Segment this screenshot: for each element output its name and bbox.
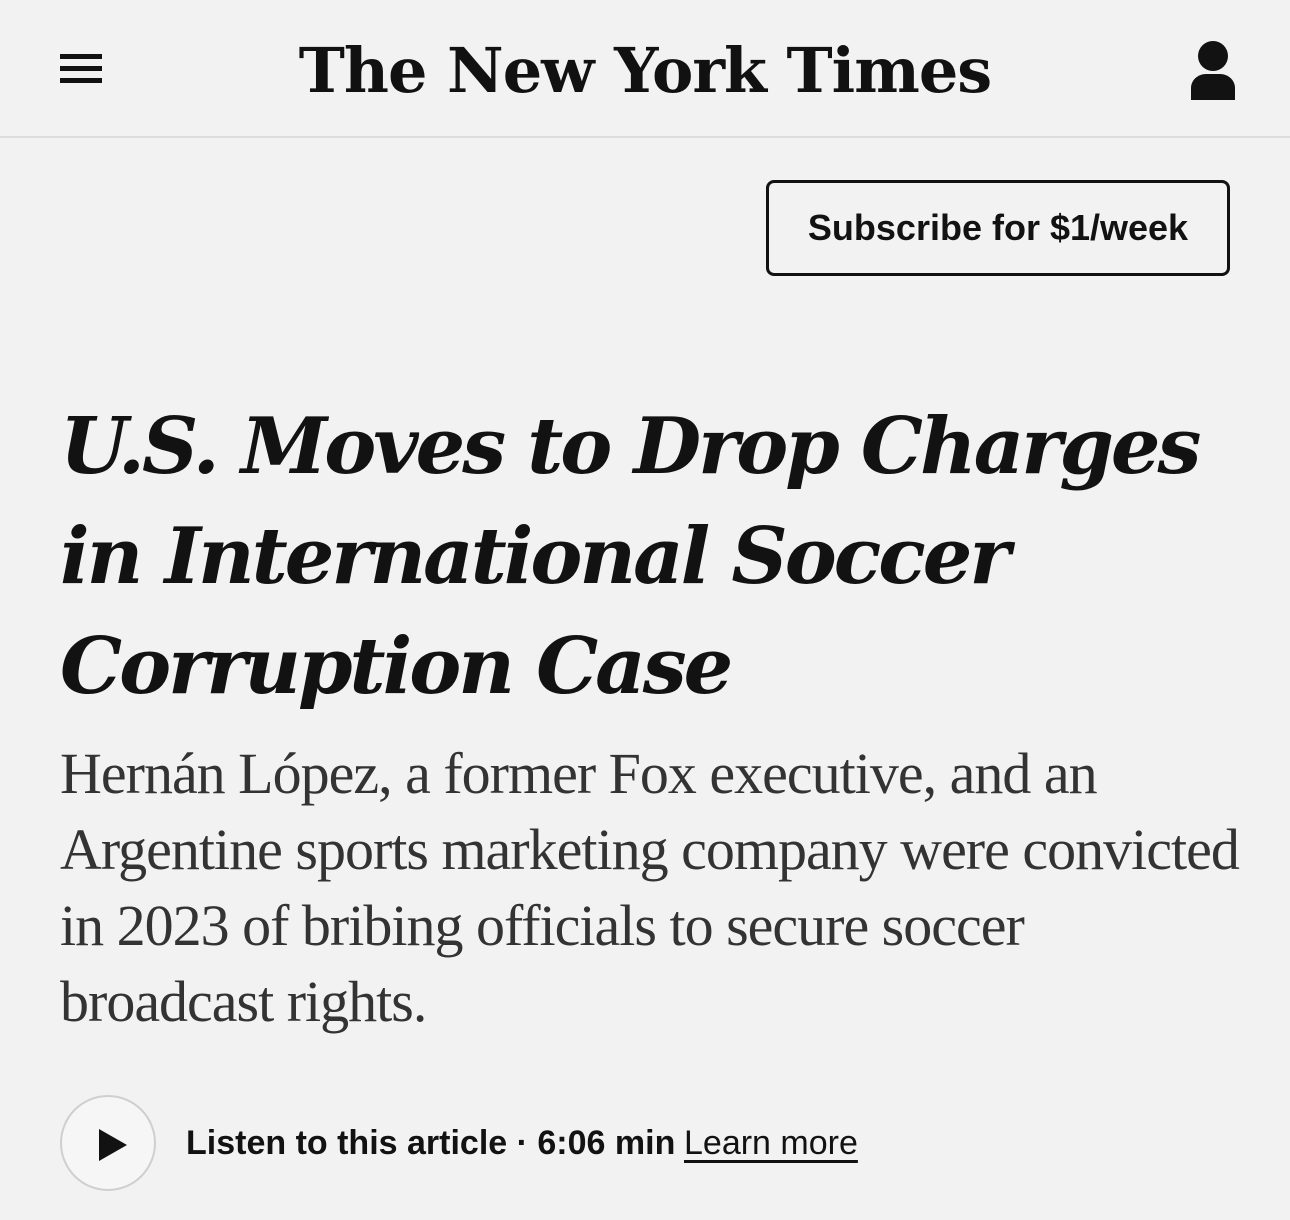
subscribe-button[interactable]: Subscribe for $1/week (766, 180, 1230, 276)
site-header: The New York Times (0, 0, 1290, 138)
play-audio-button[interactable] (60, 1095, 156, 1191)
site-logo[interactable]: The New York Times (0, 26, 1290, 116)
account-icon[interactable] (1190, 40, 1236, 100)
article-headline: U.S. Moves to Drop Charges in Internatio… (60, 401, 1201, 712)
play-icon (99, 1129, 127, 1161)
article-summary: Hernán López, a former Fox executive, an… (60, 741, 1240, 1034)
learn-more-link[interactable]: Learn more (684, 1120, 858, 1166)
listen-duration-label: Listen to this article · 6:06 min (186, 1124, 676, 1162)
